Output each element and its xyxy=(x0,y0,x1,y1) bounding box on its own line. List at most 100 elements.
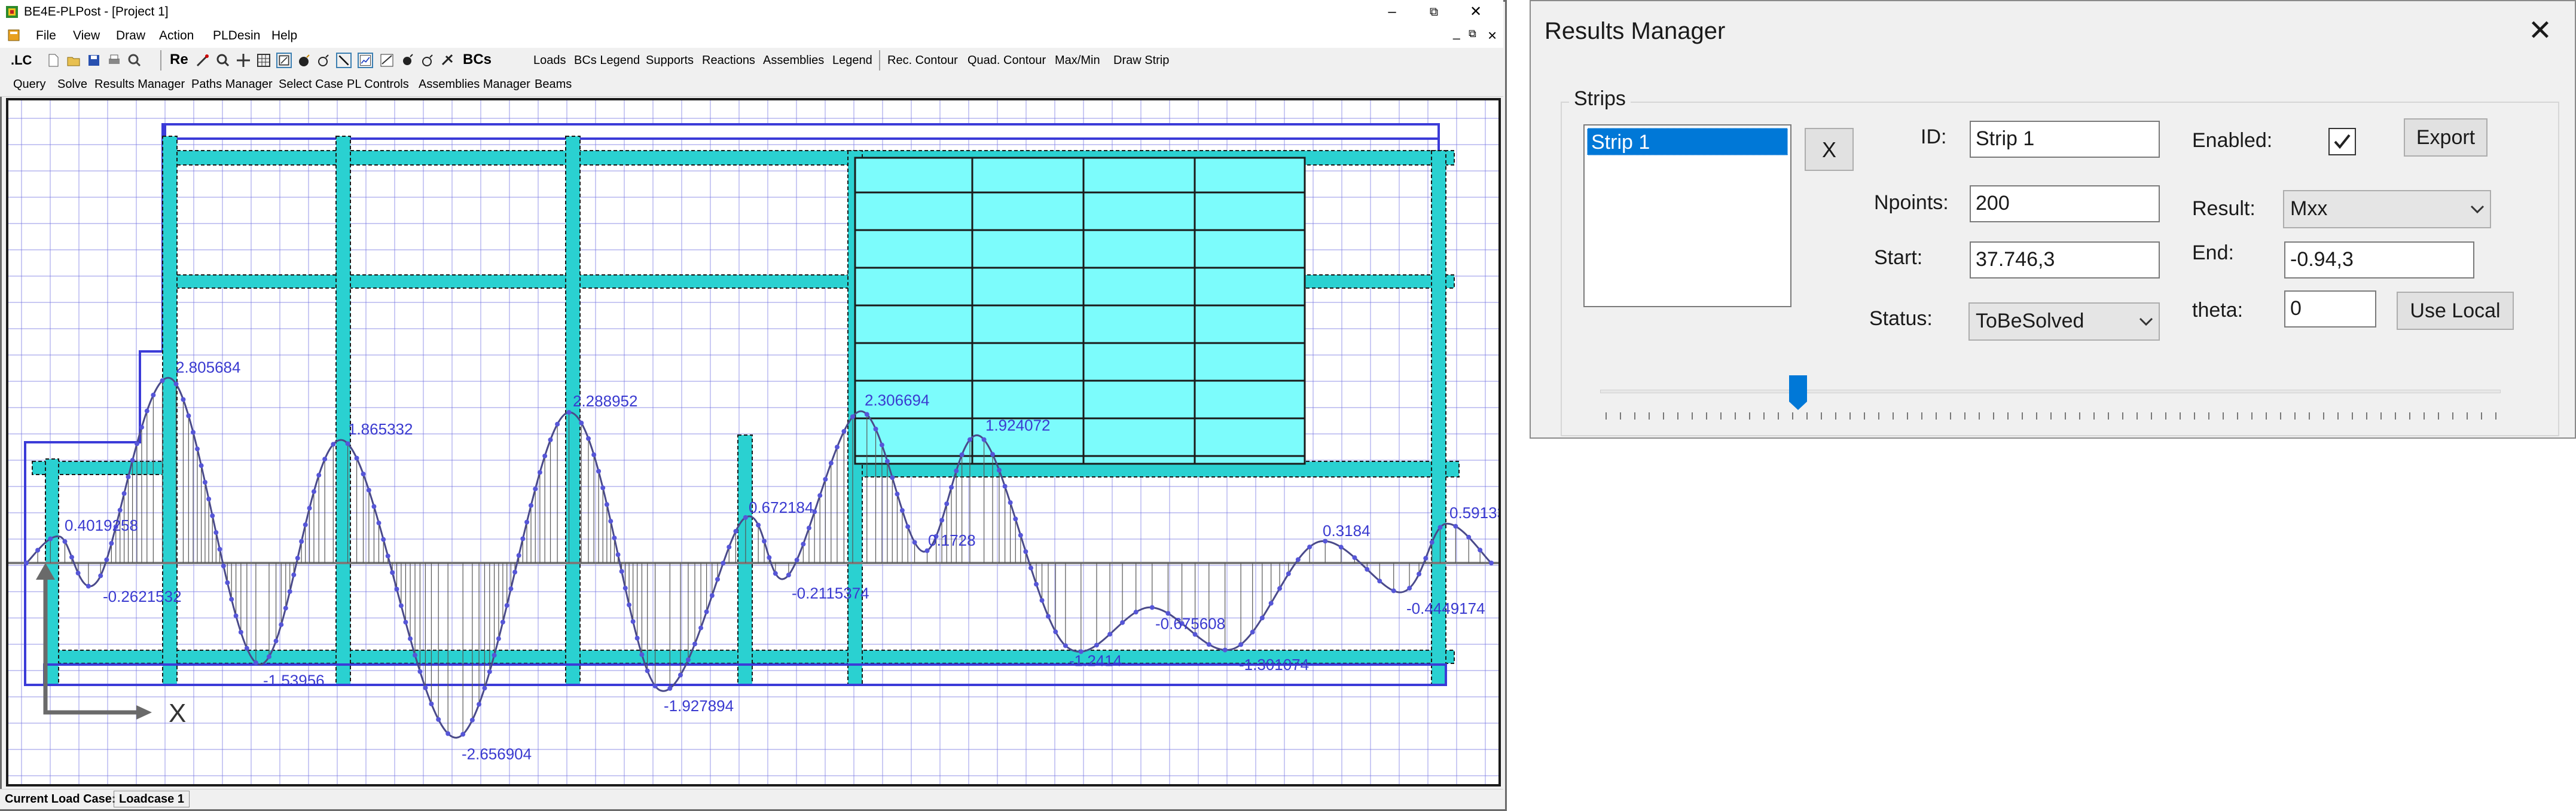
sample-point xyxy=(879,442,884,448)
bomb-icon[interactable] xyxy=(297,53,312,68)
redraw-button[interactable]: Re xyxy=(170,51,188,68)
child-minimize-button[interactable]: _ xyxy=(1453,26,1460,41)
solve-button[interactable]: Solve xyxy=(57,78,87,91)
theta-field[interactable]: 0 xyxy=(2284,290,2376,328)
sample-point xyxy=(1107,632,1113,637)
assemblies-manager-button[interactable]: Assemblies Manager xyxy=(419,78,530,91)
id-label: ID: xyxy=(1921,126,1947,148)
remove-strip-button[interactable]: X xyxy=(1805,128,1854,171)
save-icon[interactable] xyxy=(86,53,102,68)
sample-point xyxy=(390,570,395,576)
bcs-button[interactable]: BCs xyxy=(463,51,492,68)
child-close-button[interactable]: × xyxy=(1488,26,1497,45)
sample-point xyxy=(104,557,109,562)
sample-point xyxy=(1023,549,1028,555)
draw-strip-button[interactable]: Draw Strip xyxy=(1113,54,1169,68)
start-field[interactable]: 37.746,3 xyxy=(1970,241,2160,279)
sample-point xyxy=(1018,532,1023,538)
reaction-icon[interactable] xyxy=(420,53,435,68)
support-icon[interactable] xyxy=(399,53,415,68)
strip-slider-thumb[interactable] xyxy=(1788,374,1808,411)
extents-icon[interactable] xyxy=(276,53,292,68)
line-tool-icon[interactable] xyxy=(336,53,352,68)
legend-button[interactable]: Legend xyxy=(832,54,872,68)
grid-icon[interactable] xyxy=(256,53,271,68)
child-restore-button[interactable]: ⧉ xyxy=(1469,27,1476,40)
sample-point xyxy=(508,586,514,592)
bcs-legend-button[interactable]: BCs Legend xyxy=(574,54,640,68)
export-button[interactable]: Export xyxy=(2404,118,2488,157)
restore-button[interactable]: ⧉ xyxy=(1415,1,1453,23)
status-bar xyxy=(0,789,1503,809)
table-view-icon[interactable] xyxy=(379,53,395,68)
chart-view-icon[interactable] xyxy=(358,53,373,68)
strip-list-item[interactable]: Strip 1 xyxy=(1587,128,1788,155)
menu-view[interactable]: View xyxy=(73,29,100,43)
sample-point xyxy=(1407,586,1412,591)
sample-point xyxy=(1094,642,1099,648)
dialog-close-button[interactable]: ✕ xyxy=(2522,13,2558,49)
value-label: 2.805684 xyxy=(176,358,240,376)
sample-point xyxy=(715,577,720,582)
use-local-button[interactable]: Use Local xyxy=(2397,292,2514,330)
pick-icon[interactable] xyxy=(195,53,210,68)
max-min-button[interactable]: Max/Min xyxy=(1055,54,1100,68)
theta-label: theta: xyxy=(2192,299,2244,322)
paths-manager-button[interactable]: Paths Manager xyxy=(191,78,273,91)
npoints-field[interactable]: 200 xyxy=(1970,185,2160,222)
strip-slider-track[interactable] xyxy=(1600,390,2501,393)
enabled-label: Enabled: xyxy=(2192,129,2273,152)
print-icon[interactable] xyxy=(106,53,122,68)
status-select[interactable]: ToBeSolved xyxy=(1968,302,2160,341)
chevron-down-icon xyxy=(2470,205,2485,214)
sample-point xyxy=(1013,516,1018,522)
settings-icon[interactable] xyxy=(440,53,456,68)
close-button[interactable]: ✕ xyxy=(1457,1,1495,23)
sample-point xyxy=(627,602,632,608)
loads-button[interactable]: Loads xyxy=(533,54,566,68)
document-icon[interactable] xyxy=(7,29,20,42)
end-field[interactable]: -0.94,3 xyxy=(2284,241,2474,279)
menu-draw[interactable]: Draw xyxy=(116,29,145,43)
pl-controls-button[interactable]: PL Controls xyxy=(347,78,409,91)
bomb-outline-icon[interactable] xyxy=(316,53,331,68)
sample-point xyxy=(233,613,239,619)
beams-button[interactable]: Beams xyxy=(535,78,572,91)
menu-file[interactable]: File xyxy=(36,29,56,43)
sample-point xyxy=(767,555,772,560)
pan-icon[interactable] xyxy=(236,53,251,68)
sample-point xyxy=(586,436,591,441)
result-select[interactable]: Mxx xyxy=(2283,190,2491,228)
id-field[interactable]: Strip 1 xyxy=(1970,121,2160,158)
reactions-button[interactable]: Reactions xyxy=(702,54,755,68)
results-manager-button[interactable]: Results Manager xyxy=(94,78,185,91)
menu-action[interactable]: Action xyxy=(159,29,194,43)
query-button[interactable]: Query xyxy=(13,78,45,91)
open-folder-icon[interactable] xyxy=(66,53,81,68)
sample-point xyxy=(202,480,207,485)
sample-point xyxy=(291,572,297,577)
strip-moment-plot[interactable]: 0.4019258 -0.2621532 2.805684 -1.53956 1.865… xyxy=(8,100,1498,784)
zoom-icon[interactable] xyxy=(215,53,231,68)
load-case-button[interactable]: .LC xyxy=(11,53,32,68)
status-label: Current Load Case: xyxy=(5,792,116,806)
sample-point xyxy=(806,525,811,531)
sample-point xyxy=(75,570,81,576)
print-preview-icon[interactable] xyxy=(127,53,142,68)
new-file-icon[interactable] xyxy=(45,53,61,68)
sample-point xyxy=(24,561,29,565)
menu-pldesin[interactable]: PLDesin xyxy=(213,29,260,43)
enabled-checkbox[interactable] xyxy=(2328,128,2356,155)
assemblies-button[interactable]: Assemblies xyxy=(763,54,824,68)
rec-contour-button[interactable]: Rec. Contour xyxy=(887,54,958,68)
minimize-button[interactable]: – xyxy=(1373,1,1411,23)
supports-button[interactable]: Supports xyxy=(646,54,694,68)
quad-contour-button[interactable]: Quad. Contour xyxy=(967,54,1046,68)
menu-help[interactable]: Help xyxy=(271,29,297,43)
sample-point xyxy=(482,685,487,691)
sample-point xyxy=(381,537,386,542)
sample-point xyxy=(1222,647,1228,653)
sample-point xyxy=(678,672,683,678)
sample-point xyxy=(144,408,149,414)
select-case-button[interactable]: Select Case xyxy=(279,78,343,91)
